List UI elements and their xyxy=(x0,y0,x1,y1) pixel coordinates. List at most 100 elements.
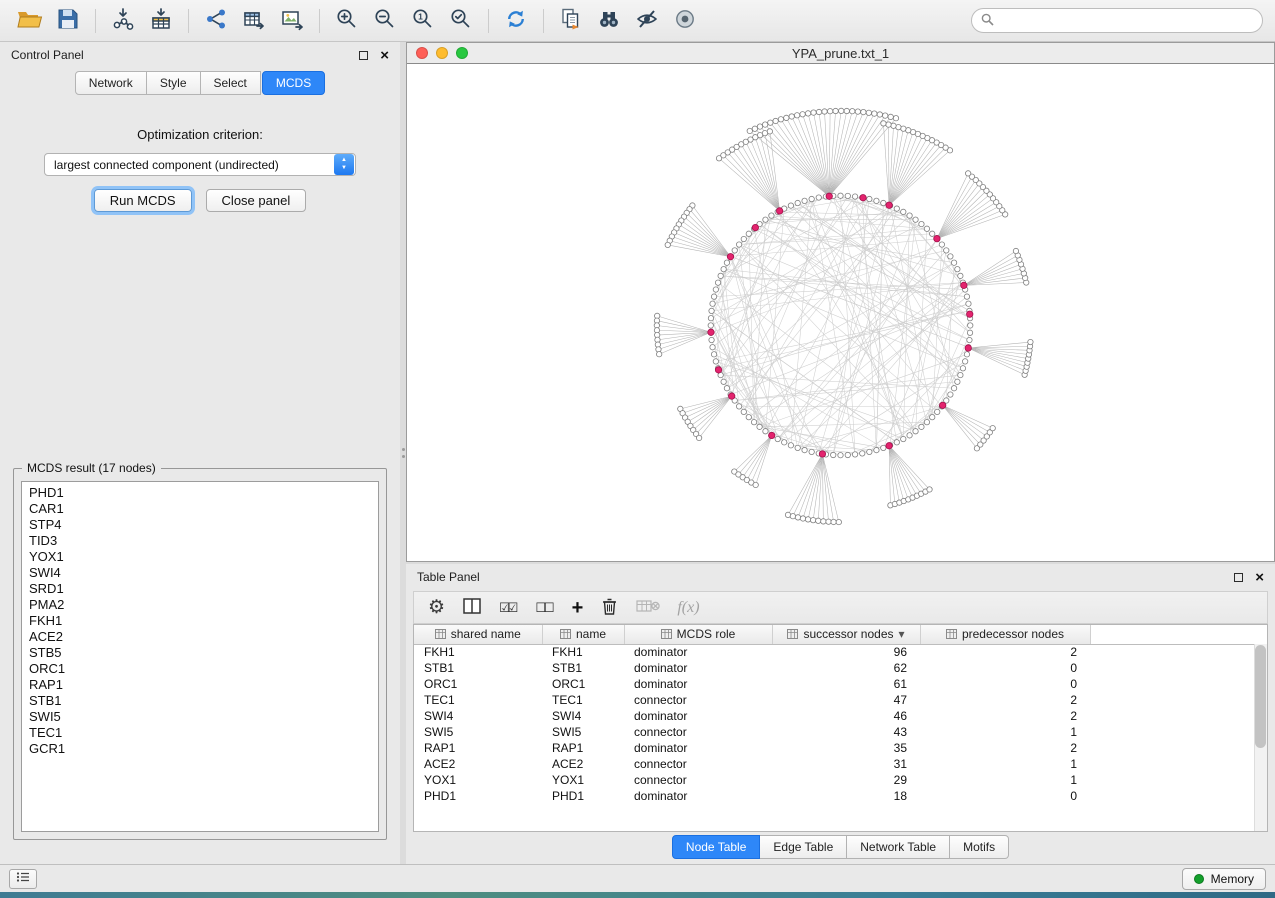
table-cell: SWI4 xyxy=(542,708,624,724)
table-row[interactable]: SWI4SWI4dominator462 xyxy=(414,708,1267,724)
table-row[interactable]: FKH1FKH1dominator962 xyxy=(414,644,1267,660)
select-all-rows-button[interactable]: ☑☑ xyxy=(499,600,518,616)
tab-motifs[interactable]: Motifs xyxy=(950,835,1009,859)
float-panel-icon[interactable] xyxy=(359,51,368,60)
status-menu-button[interactable] xyxy=(9,869,37,889)
mcds-result-item[interactable]: STB1 xyxy=(29,693,371,709)
criterion-dropdown[interactable]: largest connected component (undirected)… xyxy=(44,153,356,176)
tab-style[interactable]: Style xyxy=(147,71,201,95)
table-row[interactable]: ORC1ORC1dominator610 xyxy=(414,676,1267,692)
table-cell: dominator xyxy=(624,660,772,676)
mcds-result-item[interactable]: PHD1 xyxy=(29,485,371,501)
network-window-title: YPA_prune.txt_1 xyxy=(407,46,1274,61)
mcds-result-item[interactable]: ORC1 xyxy=(29,661,371,677)
float-table-panel-icon[interactable] xyxy=(1234,573,1243,582)
search-input[interactable] xyxy=(1000,14,1253,28)
delete-column-button[interactable] xyxy=(600,596,619,619)
deselect-all-rows-button[interactable]: ☐☐ xyxy=(535,600,554,616)
mcds-result-item[interactable]: TID3 xyxy=(29,533,371,549)
zoom-in-button[interactable] xyxy=(329,5,365,37)
table-row[interactable]: YOX1YOX1connector291 xyxy=(414,772,1267,788)
mcds-result-item[interactable]: STP4 xyxy=(29,517,371,533)
table-panel-header: Table Panel × xyxy=(406,564,1275,590)
columns-icon xyxy=(462,597,482,618)
tab-select[interactable]: Select xyxy=(201,71,261,95)
close-panel-button[interactable]: Close panel xyxy=(206,189,307,212)
show-graphics-details-button[interactable] xyxy=(667,5,703,37)
mcds-result-item[interactable]: TEC1 xyxy=(29,725,371,741)
add-column-button[interactable]: + xyxy=(572,598,584,618)
node-table-container: shared name name MCDS role successor nod… xyxy=(413,624,1268,832)
copy-document-button[interactable] xyxy=(553,5,589,37)
network-canvas[interactable] xyxy=(407,63,1274,561)
mcds-result-item[interactable]: GCR1 xyxy=(29,741,371,757)
search-binoculars-button[interactable] xyxy=(591,5,627,37)
close-panel-icon[interactable]: × xyxy=(380,48,389,63)
zoom-actual-size-button[interactable]: 1 xyxy=(405,5,441,37)
export-image-button[interactable] xyxy=(274,5,310,37)
run-mcds-button[interactable]: Run MCDS xyxy=(94,189,192,212)
mcds-result-item[interactable]: CAR1 xyxy=(29,501,371,517)
close-table-panel-icon[interactable]: × xyxy=(1255,570,1264,585)
maximize-window-icon[interactable] xyxy=(456,47,468,59)
mcds-result-list[interactable]: PHD1CAR1STP4TID3YOX1SWI4SRD1PMA2FKH1ACE2… xyxy=(21,481,379,832)
mcds-result-item[interactable]: YOX1 xyxy=(29,549,371,565)
save-session-button[interactable] xyxy=(50,5,86,37)
share-network-button[interactable] xyxy=(198,5,234,37)
toolbar-separator xyxy=(95,9,96,33)
table-row[interactable]: TEC1TEC1connector472 xyxy=(414,692,1267,708)
mcds-result-item[interactable]: SRD1 xyxy=(29,581,371,597)
eye-icon xyxy=(673,7,697,34)
table-cell: RAP1 xyxy=(414,740,542,756)
table-cell xyxy=(1090,724,1267,740)
zoom-selected-button[interactable] xyxy=(443,5,479,37)
search-box[interactable] xyxy=(971,8,1263,33)
function-builder-button[interactable]: f(x) xyxy=(677,599,699,617)
column-header-name[interactable]: name xyxy=(542,625,624,644)
table-row[interactable]: RAP1RAP1dominator352 xyxy=(414,740,1267,756)
table-cell: 35 xyxy=(772,740,920,756)
mcds-result-item[interactable]: STB5 xyxy=(29,645,371,661)
mcds-result-item[interactable]: RAP1 xyxy=(29,677,371,693)
tab-network-table[interactable]: Network Table xyxy=(847,835,950,859)
tab-edge-table[interactable]: Edge Table xyxy=(760,835,847,859)
column-header-shared-name[interactable]: shared name xyxy=(414,625,542,644)
share-network-icon xyxy=(204,7,228,34)
clear-table-button[interactable] xyxy=(636,598,660,617)
tab-network[interactable]: Network xyxy=(75,71,147,95)
zoom-out-icon xyxy=(373,7,397,34)
tab-node-table[interactable]: Node Table xyxy=(672,835,761,859)
mcds-result-item[interactable]: ACE2 xyxy=(29,629,371,645)
table-row[interactable]: PHD1PHD1dominator180 xyxy=(414,788,1267,804)
table-row[interactable]: ACE2ACE2connector311 xyxy=(414,756,1267,772)
column-header-mcds-role[interactable]: MCDS role xyxy=(624,625,772,644)
zoom-actual-size-icon: 1 xyxy=(411,7,435,34)
column-header-successor-nodes[interactable]: successor nodes▾ xyxy=(772,625,920,644)
mcds-result-item[interactable]: SWI4 xyxy=(29,565,371,581)
refresh-layout-button[interactable] xyxy=(498,5,534,37)
column-header-predecessor-nodes[interactable]: predecessor nodes xyxy=(920,625,1090,644)
table-cell: dominator xyxy=(624,788,772,804)
mcds-result-item[interactable]: PMA2 xyxy=(29,597,371,613)
show-columns-button[interactable] xyxy=(462,597,482,618)
hide-analyzer-button[interactable] xyxy=(629,5,665,37)
table-scrollbar-thumb[interactable] xyxy=(1255,645,1266,748)
memory-status-icon xyxy=(1194,874,1204,884)
table-row[interactable]: SWI5SWI5connector431 xyxy=(414,724,1267,740)
close-window-icon[interactable] xyxy=(416,47,428,59)
import-network-button[interactable] xyxy=(105,5,141,37)
table-cell: SWI5 xyxy=(414,724,542,740)
import-table-button[interactable] xyxy=(143,5,179,37)
network-canvas-svg xyxy=(407,64,1274,561)
mcds-result-item[interactable]: SWI5 xyxy=(29,709,371,725)
table-settings-button[interactable]: ⚙ xyxy=(428,598,445,617)
network-window-titlebar[interactable]: YPA_prune.txt_1 xyxy=(407,43,1274,63)
memory-button[interactable]: Memory xyxy=(1182,868,1266,890)
export-table-button[interactable] xyxy=(236,5,272,37)
open-file-button[interactable] xyxy=(12,5,48,37)
minimize-window-icon[interactable] xyxy=(436,47,448,59)
zoom-out-button[interactable] xyxy=(367,5,403,37)
table-row[interactable]: STB1STB1dominator620 xyxy=(414,660,1267,676)
mcds-result-item[interactable]: FKH1 xyxy=(29,613,371,629)
tab-mcds[interactable]: MCDS xyxy=(262,71,325,95)
